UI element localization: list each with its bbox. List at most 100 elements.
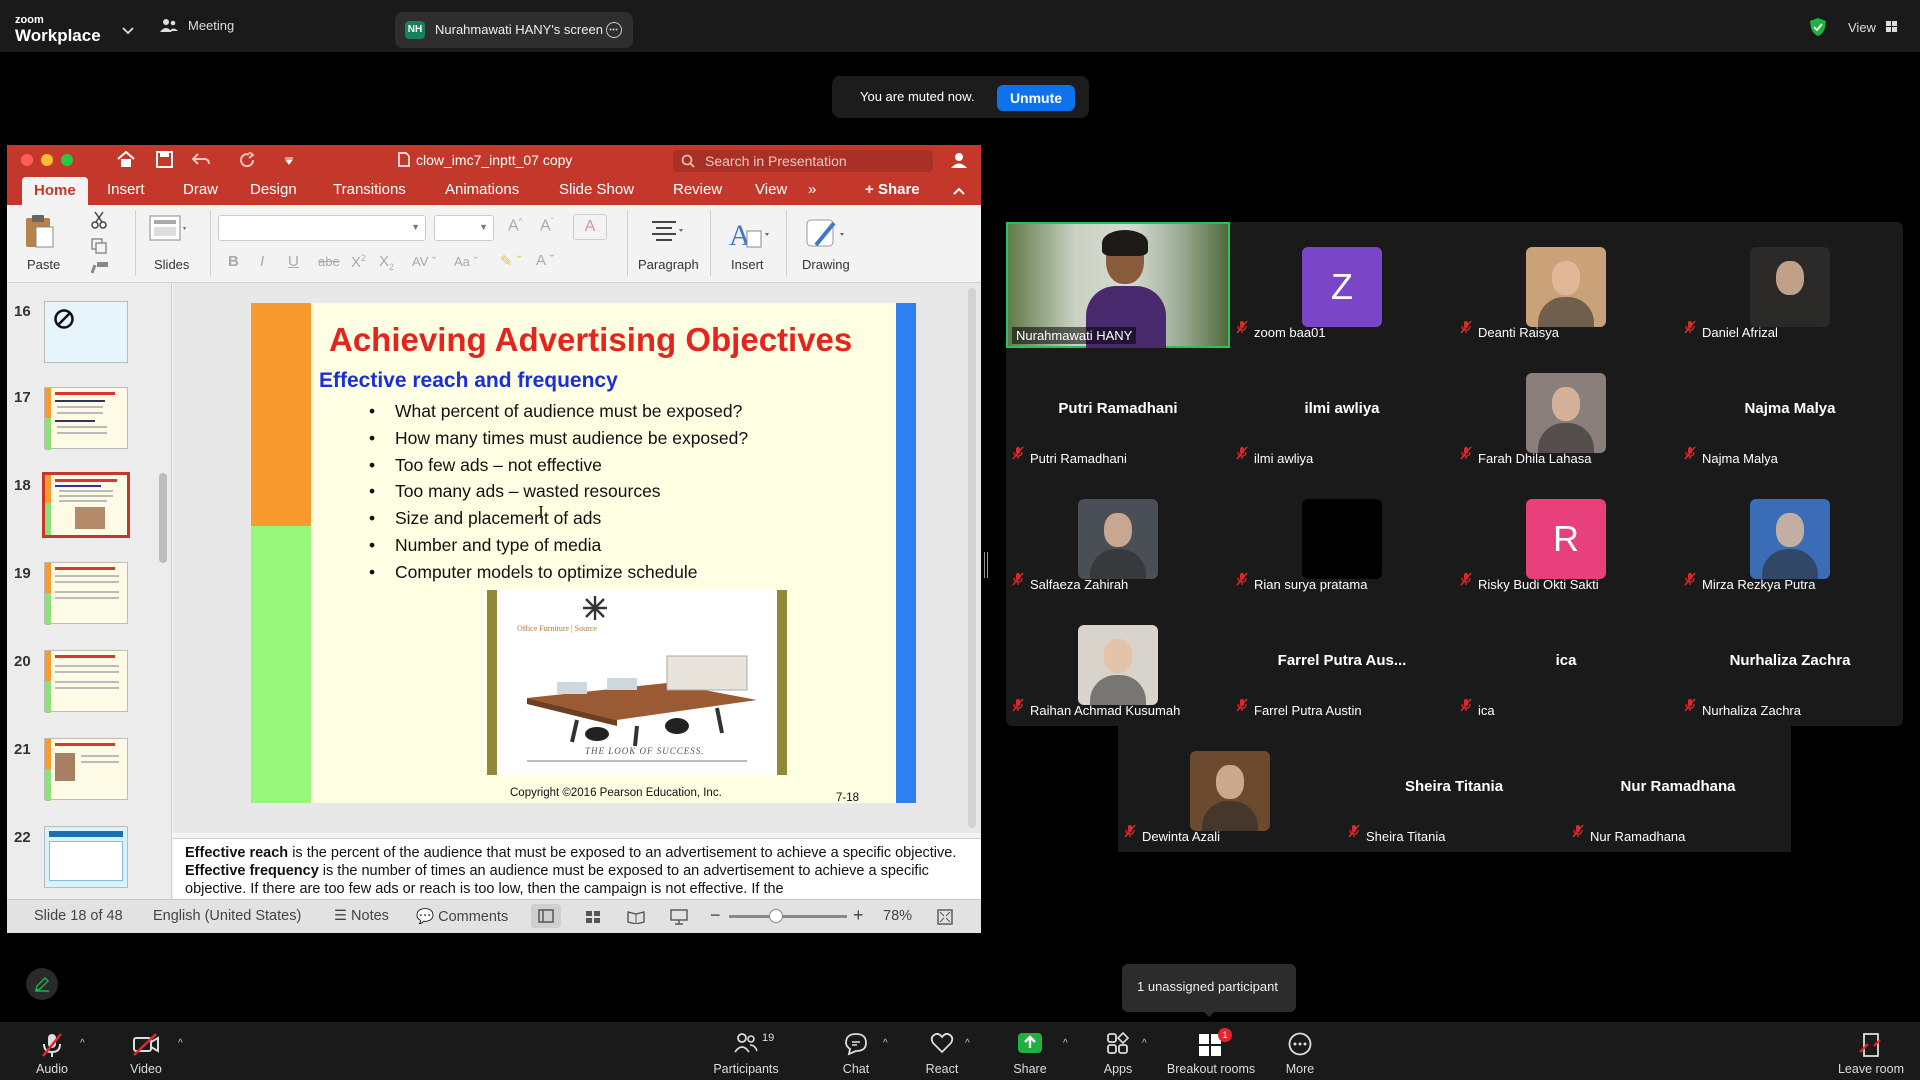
font-family-select[interactable]: ▼ xyxy=(218,215,426,241)
participant-tile[interactable]: Farah Dhila Lahasa xyxy=(1454,348,1678,474)
reading-view-icon[interactable] xyxy=(627,910,645,924)
participant-tile[interactable]: Dewinta Azali xyxy=(1118,726,1342,852)
slide-thumbnail-18-selected[interactable] xyxy=(42,472,130,538)
view-button[interactable]: View xyxy=(1848,19,1897,37)
speaker-notes[interactable]: Effective reach is the percent of the au… xyxy=(173,838,981,900)
participant-tile[interactable]: Nurahmawati HANY xyxy=(1006,222,1230,348)
participant-tile[interactable]: ica ica xyxy=(1454,600,1678,726)
participant-tile[interactable]: Najma Malya Najma Malya xyxy=(1678,348,1902,474)
undo-icon[interactable] xyxy=(192,152,210,167)
more-tabs-icon[interactable]: » xyxy=(808,181,816,198)
react-options-chevron-icon[interactable]: ^ xyxy=(965,1038,970,1049)
fit-to-window-icon[interactable] xyxy=(937,909,953,925)
font-color-icon[interactable]: A ˇ xyxy=(536,252,554,269)
slide-thumbnail-19[interactable] xyxy=(44,562,128,625)
participant-tile[interactable]: Nurhaliza Zachra Nurhaliza Zachra xyxy=(1678,600,1902,726)
increase-font-icon[interactable]: A^ xyxy=(508,217,522,235)
maximize-window-dot[interactable] xyxy=(61,154,73,166)
encryption-shield-icon[interactable] xyxy=(1810,18,1826,41)
tab-transitions[interactable]: Transitions xyxy=(333,181,406,198)
tab-draw[interactable]: Draw xyxy=(183,181,218,198)
canvas-scrollbar[interactable] xyxy=(968,288,976,828)
slide-thumbnails-panel[interactable]: 16 17 18 19 20 21 22 xyxy=(7,283,172,899)
chat-options-chevron-icon[interactable]: ^ xyxy=(883,1038,888,1049)
slide-editing-canvas[interactable]: Achieving Advertising Objectives Effecti… xyxy=(173,283,981,833)
participant-tile[interactable]: Farrel Putra Aus... Farrel Putra Austin xyxy=(1230,600,1454,726)
strikethrough-icon[interactable]: abe xyxy=(318,254,340,269)
participant-tile[interactable]: Deanti Raisya xyxy=(1454,222,1678,348)
participant-tile[interactable]: R Risky Budi Okti Sakti xyxy=(1454,474,1678,600)
clear-format-icon[interactable]: A xyxy=(573,214,607,240)
tab-design[interactable]: Design xyxy=(250,181,297,198)
participant-tile[interactable]: Nur Ramadhana Nur Ramadhana xyxy=(1566,726,1790,852)
zoom-slider-thumb[interactable] xyxy=(769,909,783,923)
redo-icon[interactable] xyxy=(239,152,256,168)
participant-tile[interactable]: ilmi awliya ilmi awliya xyxy=(1230,348,1454,474)
participant-tile[interactable]: Zzoom baa01 xyxy=(1230,222,1454,348)
video-options-chevron-icon[interactable]: ^ xyxy=(178,1038,183,1049)
thumbnails-scrollbar[interactable] xyxy=(159,473,167,563)
leave-room-button[interactable]: Leave room xyxy=(1836,1022,1906,1080)
share-screen-button[interactable]: Share xyxy=(1010,1022,1050,1080)
slide-thumbnail-16[interactable] xyxy=(44,301,128,363)
collapse-ribbon-icon[interactable] xyxy=(953,187,965,195)
customize-toolbar-icon[interactable] xyxy=(284,157,294,165)
notes-toggle[interactable]: ☰ Notes xyxy=(334,908,389,924)
slide-thumbnail-22[interactable] xyxy=(44,826,128,888)
subscript-icon[interactable]: X2 xyxy=(379,253,394,272)
paragraph-button[interactable]: Paragraph xyxy=(630,213,702,275)
slide-thumbnail-21[interactable] xyxy=(44,738,128,801)
language-indicator[interactable]: English (United States) xyxy=(153,908,301,924)
tab-animations[interactable]: Animations xyxy=(445,181,519,198)
zoom-percent[interactable]: 78% xyxy=(883,908,912,924)
audio-options-chevron-icon[interactable]: ^ xyxy=(80,1038,85,1049)
slide-thumbnail-20[interactable] xyxy=(44,650,128,713)
insert-button[interactable]: A Insert xyxy=(717,213,777,275)
format-painter-icon[interactable] xyxy=(91,261,109,275)
slide-thumbnail-17[interactable] xyxy=(44,387,128,450)
normal-view-button[interactable] xyxy=(531,904,561,928)
slides-button[interactable]: Slides xyxy=(147,213,197,275)
zoom-slider[interactable] xyxy=(729,909,847,923)
comments-toggle[interactable]: 💬 Comments xyxy=(416,908,508,925)
underline-icon[interactable]: U xyxy=(288,253,299,270)
tab-view[interactable]: View xyxy=(755,181,787,198)
unassigned-participant-tooltip[interactable]: 1 unassigned participant xyxy=(1122,964,1296,1017)
search-in-presentation[interactable]: Search in Presentation xyxy=(673,150,933,172)
chat-button[interactable]: Chat xyxy=(836,1022,876,1080)
participants-button[interactable]: 19 Participants xyxy=(712,1022,780,1080)
participant-tile[interactable]: Raihan Achmad Kusumah xyxy=(1006,600,1230,726)
participant-tile[interactable]: Salfaeza Zahirah xyxy=(1006,474,1230,600)
tab-slide-show[interactable]: Slide Show xyxy=(559,181,634,198)
slide-sorter-icon[interactable] xyxy=(585,910,601,924)
share-document-button[interactable]: + Share xyxy=(865,181,920,198)
current-slide[interactable]: Achieving Advertising Objectives Effecti… xyxy=(251,303,916,803)
decrease-font-icon[interactable]: Aˇ xyxy=(540,217,553,235)
apps-options-chevron-icon[interactable]: ^ xyxy=(1142,1038,1147,1049)
change-case-icon[interactable]: Aa ˇ xyxy=(454,254,478,269)
annotate-pencil-icon[interactable] xyxy=(26,968,58,1000)
breakout-rooms-button[interactable]: 1 Breakout rooms xyxy=(1166,1022,1256,1080)
participant-tile[interactable]: Putri Ramadhani Putri Ramadhani xyxy=(1006,348,1230,474)
slideshow-view-icon[interactable] xyxy=(670,909,688,925)
tab-review[interactable]: Review xyxy=(673,181,722,198)
more-button[interactable]: More xyxy=(1282,1022,1318,1080)
bold-icon[interactable]: B xyxy=(228,253,239,270)
unmute-button[interactable]: Unmute xyxy=(997,85,1075,111)
tab-insert[interactable]: Insert xyxy=(107,181,145,198)
app-menu-chevron-icon[interactable] xyxy=(122,22,134,40)
video-button[interactable]: Video xyxy=(124,1022,168,1080)
paste-button[interactable]: Paste xyxy=(23,213,68,275)
minimize-window-dot[interactable] xyxy=(41,154,53,166)
tab-home[interactable]: Home xyxy=(22,177,88,205)
participant-tile[interactable]: Daniel Afrizal xyxy=(1678,222,1902,348)
drawing-button[interactable]: Drawing xyxy=(794,213,860,275)
react-button[interactable]: React xyxy=(920,1022,964,1080)
participant-tile[interactable]: Mirza Rezkya Putra xyxy=(1678,474,1902,600)
participant-tile[interactable]: Rian surya pratama xyxy=(1230,474,1454,600)
copy-icon[interactable] xyxy=(91,238,107,254)
more-options-icon[interactable] xyxy=(606,22,622,38)
apps-button[interactable]: Apps xyxy=(1100,1022,1136,1080)
italic-icon[interactable]: I xyxy=(260,253,264,270)
close-window-dot[interactable] xyxy=(21,154,33,166)
